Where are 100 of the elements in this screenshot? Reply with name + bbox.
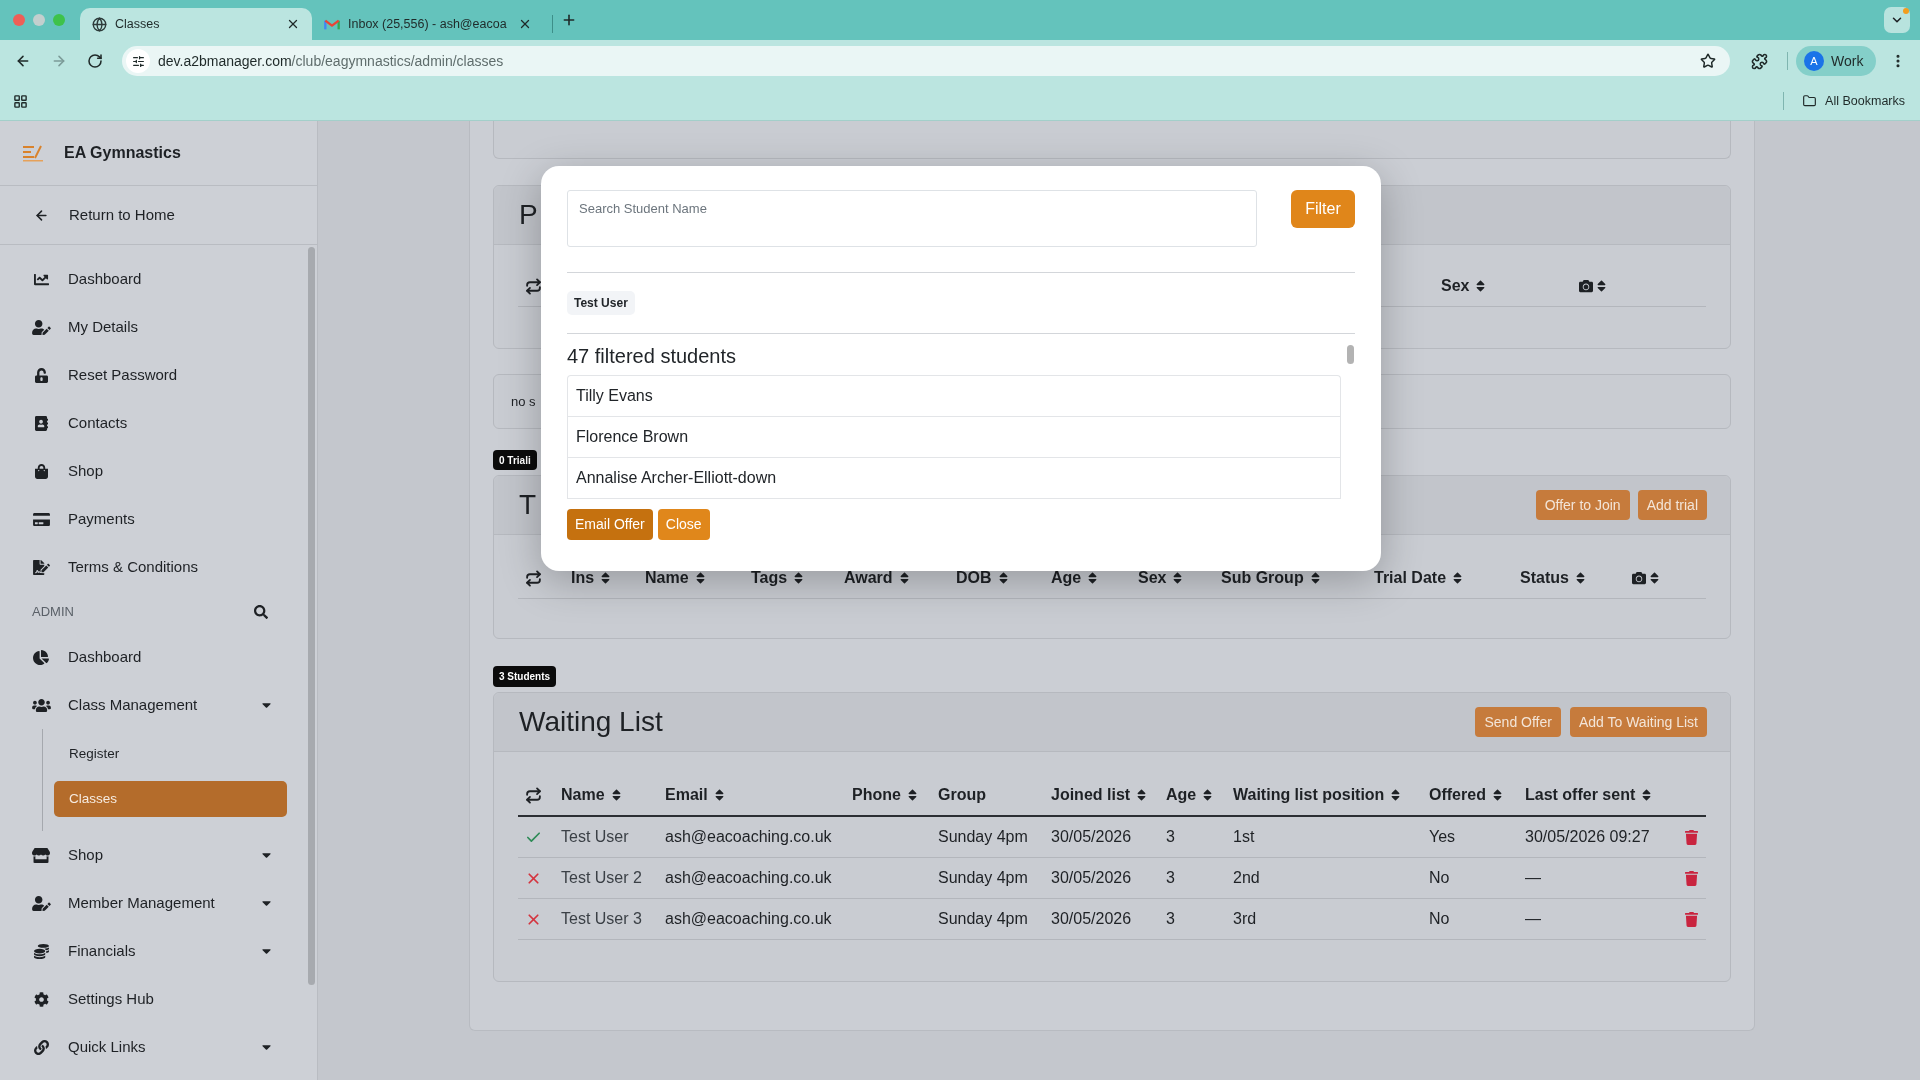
repeat-icon[interactable] [525,786,542,804]
address-bar[interactable]: dev.a2bmanager.com/club/eagymnastics/admin/classes [122,46,1730,76]
table-cell: ash@eacoaching.co.uk [665,828,832,845]
nav-link[interactable]: Terms & Conditions [10,543,290,591]
column-header[interactable]: Age [1166,783,1213,807]
club-name: EA Gymnastics [64,143,181,163]
user-pen-icon [31,319,51,335]
search-field[interactable]: Search Student Name [567,190,1257,247]
table-cell: 3rd [1233,910,1257,927]
back-icon[interactable] [15,53,31,69]
column-header[interactable]: Status [1520,566,1585,590]
nav-link[interactable]: Quick Links [10,1023,290,1071]
dialog-button[interactable]: Email Offer [567,509,653,540]
column-header[interactable]: Trial Date [1374,566,1463,590]
column-header[interactable]: Award [844,566,909,590]
sort-icon[interactable] [1650,571,1659,585]
folder-icon [1802,94,1818,108]
nav-link[interactable]: Dashboard [10,255,290,303]
list-item[interactable]: Florence Brown [568,417,1340,458]
sort-icon [1492,788,1502,802]
column-header[interactable]: Waiting list position [1233,783,1401,807]
avatar-initial: A [1804,51,1824,71]
nav-link[interactable]: Shop [10,447,290,495]
nav-link[interactable]: Class Management [10,681,290,729]
column-header[interactable]: Name [561,783,621,807]
student-tag[interactable]: Test User [567,291,635,315]
profile-button[interactable]: A Work [1796,46,1876,76]
browser-tab[interactable]: Classes [80,8,312,40]
return-home-link[interactable]: Return to Home [0,186,317,245]
nav-link[interactable]: Shop [10,831,290,879]
nav-link[interactable]: Payments [10,495,290,543]
bookmark-folder[interactable]: All Bookmarks [1802,91,1905,111]
close-icon[interactable] [518,17,532,31]
column-header[interactable]: Tags [751,566,804,590]
column-header[interactable]: Last offer sent [1525,783,1652,807]
signed-document-icon [32,559,50,575]
list-item[interactable]: Tilly Evans [568,376,1340,417]
nav-link[interactable]: Reset Password [10,351,290,399]
table-cell: 2nd [1233,869,1260,886]
column-header[interactable]: Age [1051,566,1098,590]
new-tab-icon[interactable] [561,12,577,28]
table-cell: — [1525,869,1541,886]
scrollbar-thumb[interactable] [1347,345,1354,364]
scrollbar-thumb[interactable] [308,247,316,985]
nav-link[interactable]: Contacts [10,399,290,447]
puzzle-piece-icon[interactable] [1751,52,1768,70]
line-chart-icon [33,271,49,287]
sort-icon[interactable] [1597,279,1606,293]
column-header[interactable]: Phone [852,783,917,807]
trash-icon[interactable] [1685,911,1698,927]
sort-icon [1203,788,1213,802]
browser-tab[interactable]: Inbox (25,556) - ash@eacoa [312,8,544,40]
card-title: T [519,491,537,519]
column-header[interactable]: Ins [571,566,611,590]
submenu-link[interactable]: Classes [54,781,288,817]
nav-link[interactable]: Settings Hub [10,975,290,1023]
column-header[interactable]: Email [665,783,724,807]
column-header[interactable]: Sex [1138,566,1183,590]
count-tag: 0 Triali [493,450,537,470]
sort-icon [794,571,804,585]
apps-grid-icon[interactable] [13,93,28,109]
table-cell: Test User [561,828,629,845]
column-header[interactable]: Offered [1429,783,1502,807]
credit-card-icon [32,511,50,527]
nav-link[interactable]: My Details [10,303,290,351]
camera-icon [1578,279,1594,293]
bookmark-star-icon[interactable] [1700,53,1716,69]
column-header[interactable]: Sub Group [1221,566,1320,590]
trash-icon[interactable] [1685,829,1698,845]
table-cell: 3 [1166,910,1175,927]
link-icon [33,1039,49,1055]
sort-icon [1173,571,1183,585]
repeat-icon[interactable] [525,569,542,587]
nav-link[interactable]: Member Management [10,879,290,927]
submenu-link[interactable]: Register [54,736,288,772]
sort-icon [714,788,724,802]
card-title: Waiting List [519,708,663,736]
trash-icon[interactable] [1685,870,1698,886]
column-header[interactable]: Name [645,566,705,590]
nav-link[interactable]: Financials [10,927,290,975]
column-header[interactable]: DOB [956,566,1008,590]
column-header[interactable]: Sex [1441,274,1486,298]
shopping-bag-icon [34,463,48,479]
list-item[interactable]: Annalise Archer-Elliott-down [568,458,1340,499]
sort-icon [899,571,909,585]
column-header[interactable]: Joined list [1051,783,1147,807]
sort-icon [1453,571,1463,585]
sort-icon [998,571,1008,585]
repeat-icon[interactable] [525,277,542,295]
tab-list-button[interactable] [1884,7,1910,33]
nav-link[interactable]: Dashboard [10,633,290,681]
url-text[interactable]: dev.a2bmanager.com/club/eagymnastics/admin/classes [158,50,504,72]
table-cell: — [1525,910,1541,927]
table-cell: Yes [1429,828,1456,845]
close-icon[interactable] [286,17,300,31]
sort-icon [1391,788,1401,802]
search-icon[interactable] [254,605,269,619]
site-settings-icon[interactable] [126,49,150,73]
sort-icon [611,788,621,802]
reload-icon[interactable] [87,53,103,69]
